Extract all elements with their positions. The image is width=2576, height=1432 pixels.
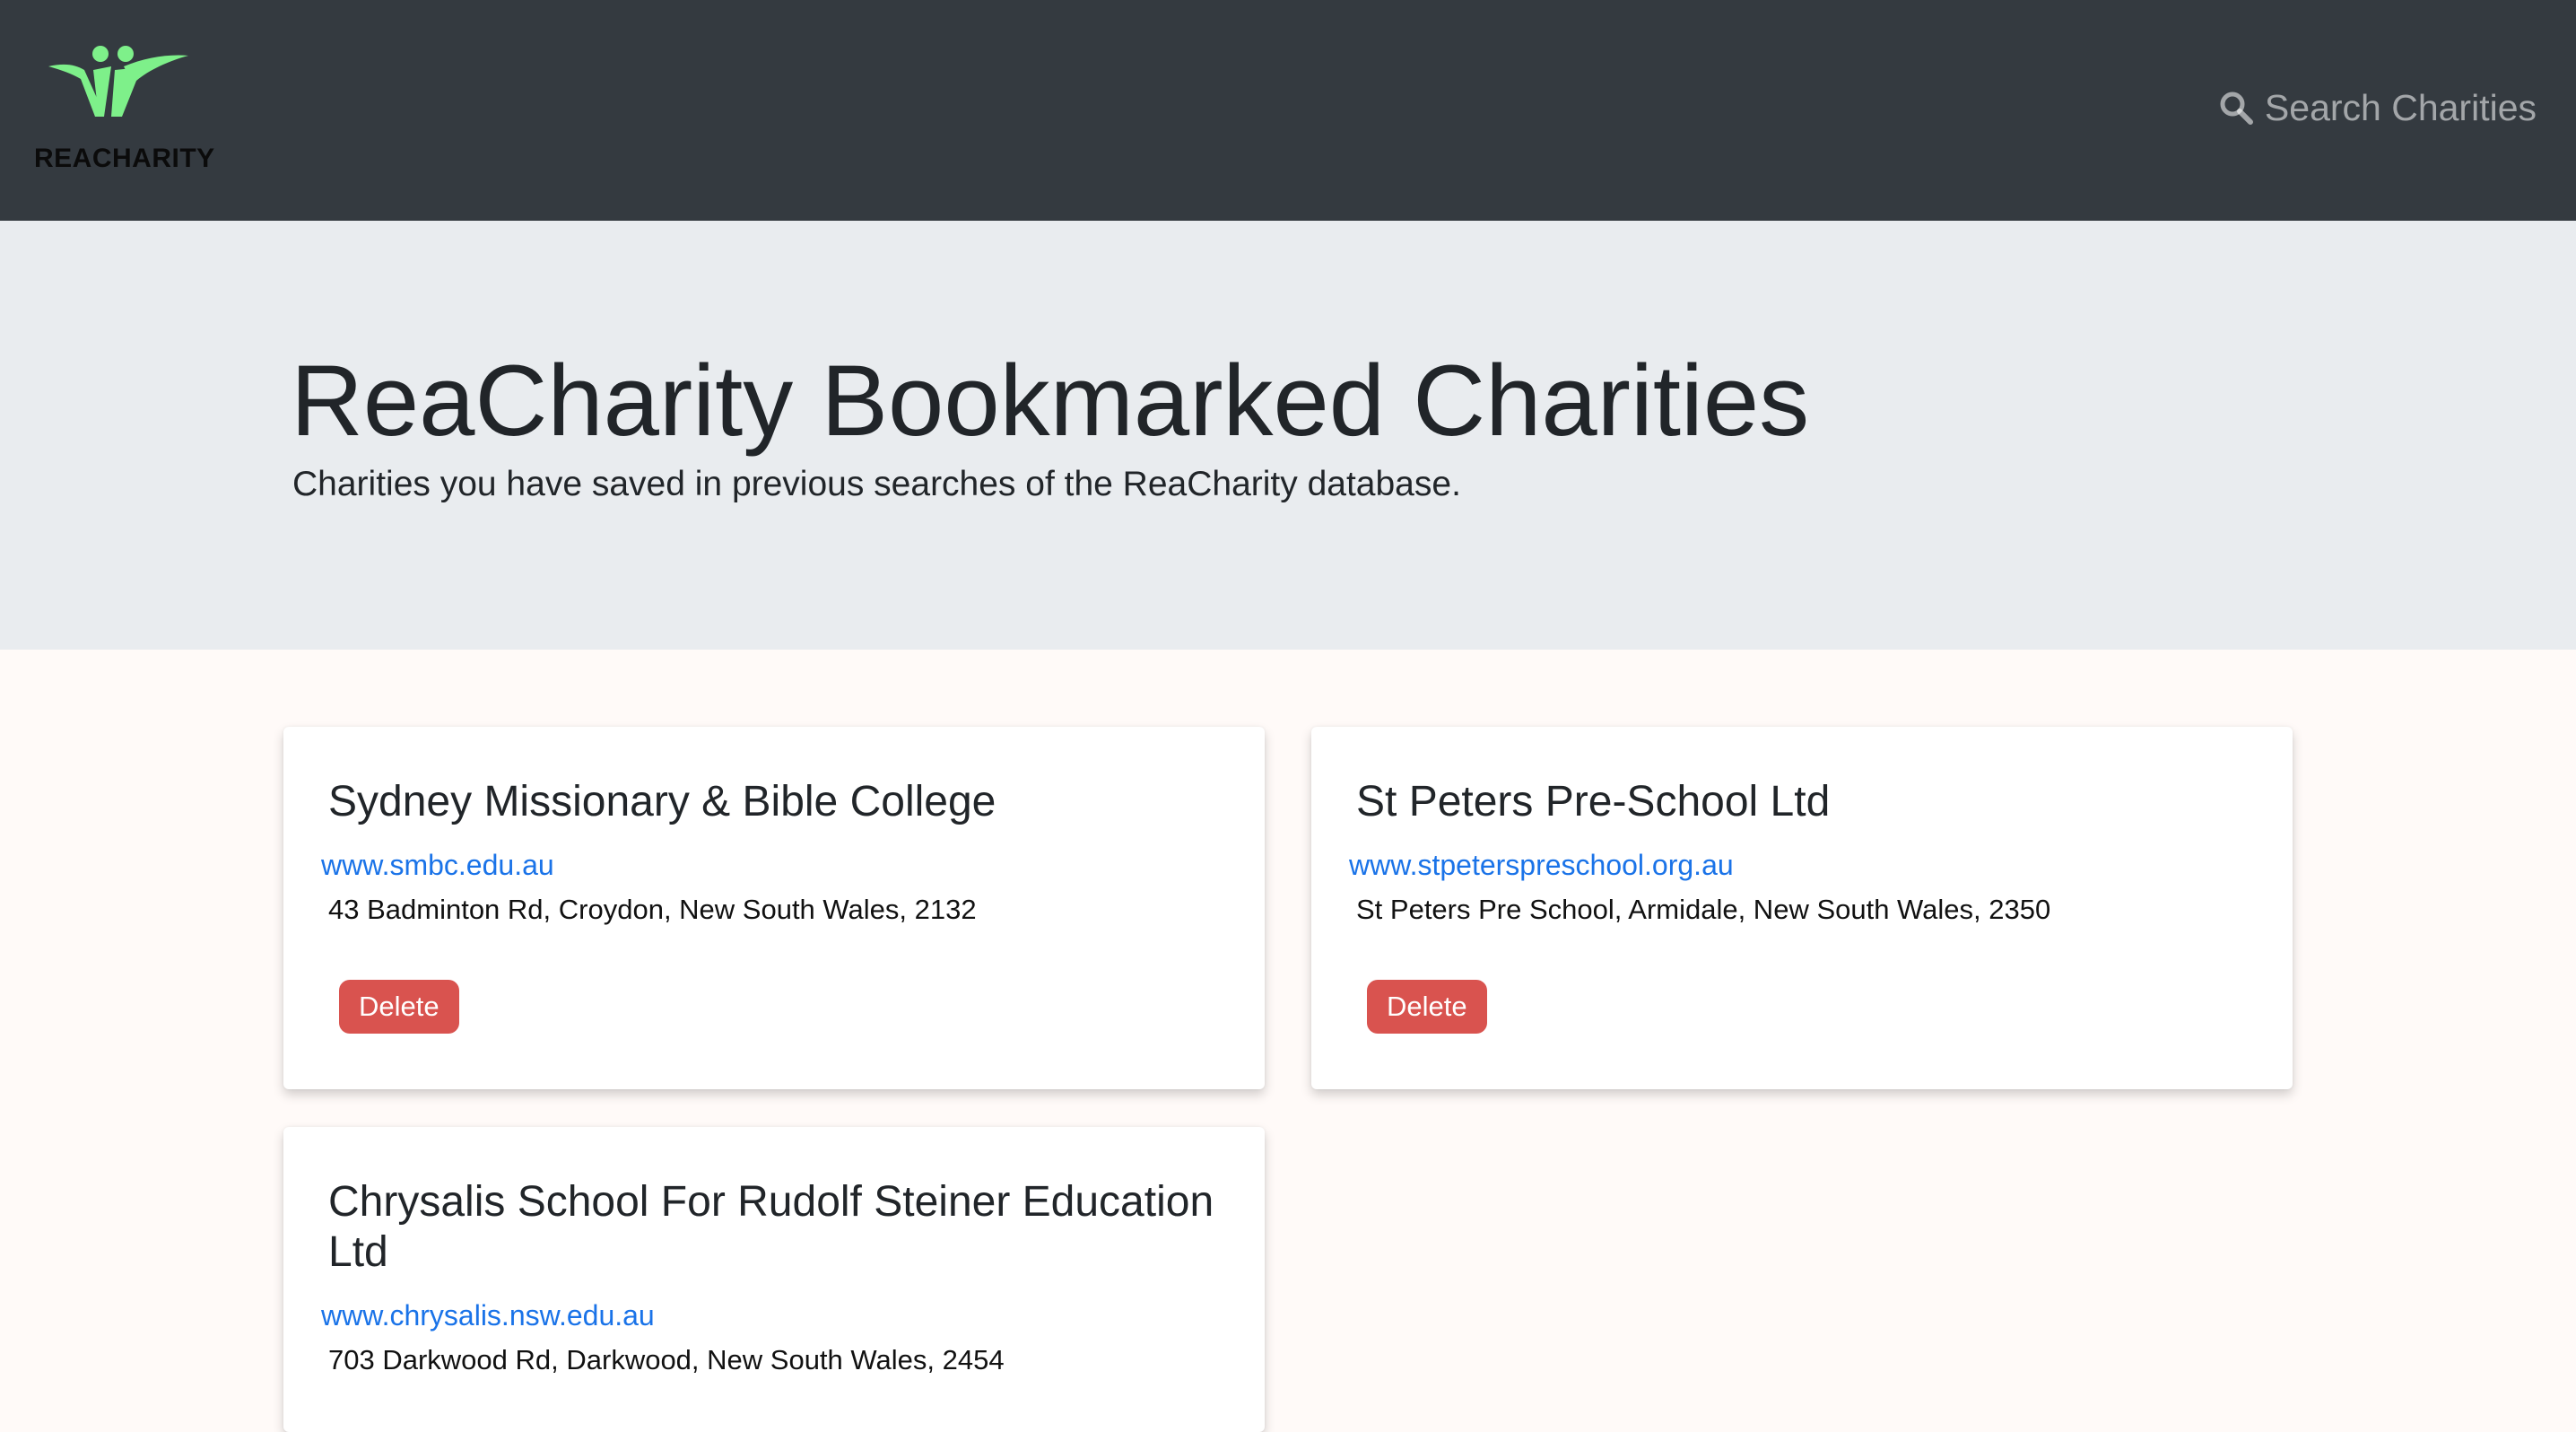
navbar: REACHARITY Search Charities xyxy=(0,0,2576,221)
brand-name: REACHARITY xyxy=(34,144,215,173)
search-charities-label: Search Charities xyxy=(2264,86,2537,128)
bookmark-card: Sydney Missionary & Bible College www.sm… xyxy=(283,727,1265,1089)
delete-button[interactable]: Delete xyxy=(1367,980,1487,1034)
page-title: ReaCharity Bookmarked Charities xyxy=(291,345,1810,457)
search-icon xyxy=(2220,92,2253,125)
delete-button[interactable]: Delete xyxy=(339,980,459,1034)
charity-address: 703 Darkwood Rd, Darkwood, New South Wal… xyxy=(328,1344,1005,1375)
charity-name: Sydney Missionary & Bible College xyxy=(328,778,996,825)
reacharity-logo-icon xyxy=(48,46,188,117)
charity-address: 43 Badminton Rd, Croydon, New South Wale… xyxy=(328,894,977,925)
bookmark-card: Chrysalis School For Rudolf Steiner Educ… xyxy=(283,1127,1265,1432)
charity-website-link[interactable]: www.smbc.edu.au xyxy=(321,849,554,882)
bookmark-card: St Peters Pre-School Ltd www.stpeterspre… xyxy=(1311,727,2293,1089)
search-charities-link[interactable]: Search Charities xyxy=(2218,84,2537,131)
charity-name: Chrysalis School For Rudolf Steiner Educ… xyxy=(328,1178,1214,1276)
page-header: ReaCharity Bookmarked Charities Charitie… xyxy=(0,221,2576,650)
brand-logo[interactable]: REACHARITY xyxy=(32,39,214,183)
page-subtitle: Charities you have saved in previous sea… xyxy=(292,465,1461,503)
charity-address: St Peters Pre School, Armidale, New Sout… xyxy=(1356,894,2051,925)
charity-name: St Peters Pre-School Ltd xyxy=(1356,778,1831,825)
charity-website-link[interactable]: www.stpeterspreschool.org.au xyxy=(1349,849,1734,882)
charity-website-link[interactable]: www.chrysalis.nsw.edu.au xyxy=(321,1299,655,1332)
